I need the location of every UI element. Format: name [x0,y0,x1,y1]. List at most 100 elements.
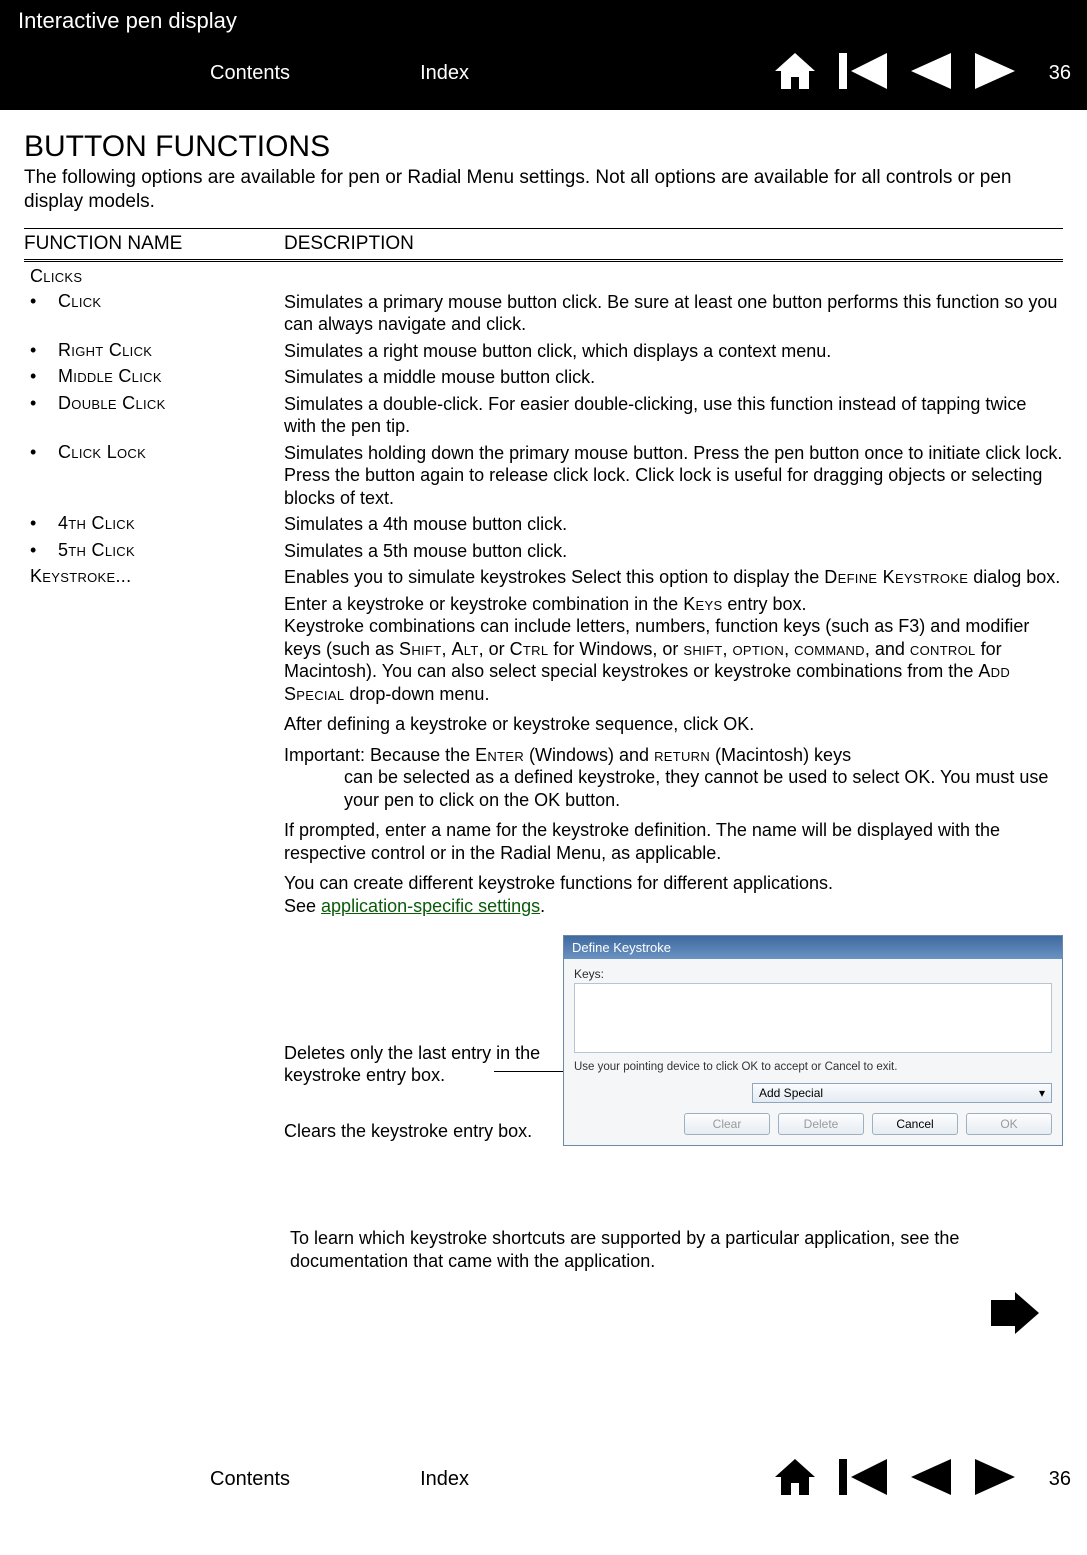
index-link[interactable]: Index [420,62,469,85]
dialog-title: Define Keystroke [564,936,1062,959]
clear-button[interactable]: Clear [684,1113,770,1135]
row-click-lock: • Click Lock Simulates holding down the … [24,442,1063,510]
fn-right-click-name: Right Click [58,340,284,361]
home-icon[interactable] [775,53,815,94]
fn-click-lock-name: Click Lock [58,442,284,463]
keystroke-para-diff: You can create different keystroke funct… [284,872,1063,917]
section-clicks-label: Clicks [24,266,284,287]
page-number-bottom: 36 [1049,1468,1071,1491]
text: , [722,639,732,659]
page-number: 36 [1049,62,1071,85]
fn-click-name: Click [58,291,284,312]
page-heading: BUTTON FUNCTIONS [24,130,1063,164]
row-5th-click: • 5th Click Simulates a 5th mouse button… [24,540,1063,563]
define-keystroke-dialog: Define Keystroke Keys: Use your pointing… [563,935,1063,1146]
nav-icons-bottom: 36 [775,1459,1071,1500]
learn-text: To learn which keystroke shortcuts are s… [290,1227,1063,1272]
text-sc: Alt [451,639,478,659]
col-function-name: FUNCTION NAME [24,233,284,255]
add-special-row: Add Special ▾ [574,1083,1052,1103]
contents-link-bottom[interactable]: Contents [210,1468,290,1491]
bullet: • [24,291,58,312]
header-rule [24,259,1063,262]
keystroke-para-keys: Enter a keystroke or keystroke combinati… [284,593,1063,706]
text: , [441,639,451,659]
contents-link[interactable]: Contents [210,62,290,85]
cancel-button[interactable]: Cancel [872,1113,958,1135]
chevron-down-icon: ▾ [1039,1086,1045,1100]
prev-page-icon[interactable] [911,53,951,94]
row-middle-click: • Middle Click Simulates a middle mouse … [24,366,1063,389]
main-content: BUTTON FUNCTIONS The following options a… [0,110,1087,1464]
text: , [784,639,794,659]
keys-label: Keys: [574,967,1052,981]
dialog-hint: Use your pointing device to click OK to … [574,1061,1052,1073]
fn-5th-click-desc: Simulates a 5th mouse button click. [284,540,1063,563]
fn-middle-click-name: Middle Click [58,366,284,387]
text-sc: Keys [683,594,722,614]
bullet: • [24,340,58,361]
text: , or [479,639,510,659]
text: , and [865,639,910,659]
intro-text: The following options are available for … [24,166,1063,214]
text: . [540,896,545,916]
fn-click-desc: Simulates a primary mouse button click. … [284,291,1063,336]
text-indent: can be selected as a defined keystroke, … [284,766,1063,811]
text-sc: control [910,639,976,659]
text: (Windows) and [524,745,654,765]
text: Important: Because the [284,745,475,765]
index-link-bottom[interactable]: Index [420,1468,469,1491]
app-specific-settings-link[interactable]: application-specific settings [321,896,540,916]
keys-input[interactable] [574,983,1052,1053]
col-description: DESCRIPTION [284,233,414,255]
first-page-icon[interactable] [839,1459,887,1500]
row-4th-click: • 4th Click Simulates a 4th mouse button… [24,513,1063,536]
bullet: • [24,366,58,387]
fn-middle-click-desc: Simulates a middle mouse button click. [284,366,1063,389]
fn-keystroke-desc: Enables you to simulate keystrokes Selec… [284,566,1063,589]
product-title: Interactive pen display [0,8,1087,48]
prev-page-icon[interactable] [911,1459,951,1500]
table-header: FUNCTION NAME DESCRIPTION [24,228,1063,259]
top-nav: Contents Index 36 [0,48,1087,98]
text: (Macintosh) keys [710,745,851,765]
nav-icons: 36 [775,53,1071,94]
dialog-body: Keys: Use your pointing device to click … [564,959,1062,1145]
fn-click-lock-desc: Simulates holding down the primary mouse… [284,442,1063,510]
fn-double-click-desc: Simulates a double-click. For easier dou… [284,393,1063,438]
row-keystroke: Keystroke... Enables you to simulate key… [24,566,1063,589]
text-sc: option [732,639,784,659]
text: Enter a keystroke or keystroke combinati… [284,594,683,614]
header-bar: Interactive pen display Contents Index 3… [0,0,1087,110]
first-page-icon[interactable] [839,53,887,94]
keystroke-para-prompt: If prompted, enter a name for the keystr… [284,819,1063,864]
callout-clear: Clears the keystroke entry box. [284,1121,584,1142]
next-page-icon[interactable] [975,53,1015,94]
delete-button[interactable]: Delete [778,1113,864,1135]
text: dialog box. [968,567,1060,587]
keystroke-para-important: Important: Because the Enter (Windows) a… [284,744,1063,812]
fn-double-click-name: Double Click [58,393,284,414]
text: Enables you to simulate keystrokes Selec… [284,567,824,587]
text-sc: command [794,639,865,659]
continue-arrow[interactable] [24,1292,1063,1334]
dialog-buttons: Clear Delete Cancel OK [574,1113,1052,1135]
section-row-clicks: Clicks [24,266,1063,287]
bottom-nav: Contents Index 36 [0,1464,1087,1514]
dialog-callout-area: Deletes only the last entry in the keyst… [284,935,1063,1215]
text-sc: return [654,745,710,765]
text-sc: shift [683,639,722,659]
fn-4th-click-desc: Simulates a 4th mouse button click. [284,513,1063,536]
row-right-click: • Right Click Simulates a right mouse bu… [24,340,1063,363]
text: entry box. [722,594,806,614]
text-sc: Shift [399,639,441,659]
row-double-click: • Double Click Simulates a double-click.… [24,393,1063,438]
next-page-icon[interactable] [975,1459,1015,1500]
add-special-select[interactable]: Add Special ▾ [752,1083,1052,1103]
fn-4th-click-name: 4th Click [58,513,284,534]
home-icon[interactable] [775,1459,815,1500]
callout-delete: Deletes only the last entry in the keyst… [284,1043,584,1086]
bullet: • [24,513,58,534]
text: drop-down menu. [344,684,489,704]
ok-button[interactable]: OK [966,1113,1052,1135]
